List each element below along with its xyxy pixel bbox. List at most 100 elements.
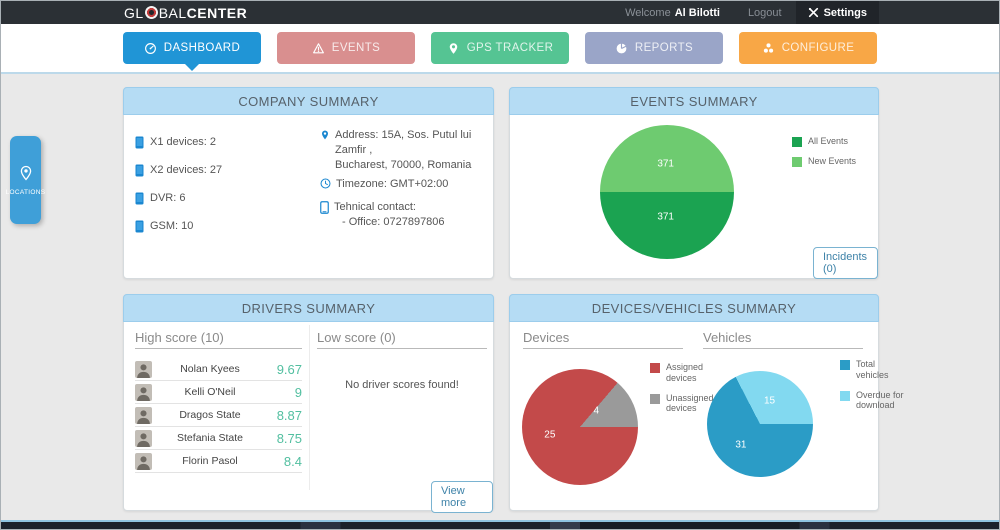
driver-score: 8.4 (268, 454, 302, 469)
company-address: Address: 15A, Sos. Putul lui Zamfir , Bu… (320, 128, 485, 173)
driver-score: 8.75 (268, 431, 302, 446)
driver-avatar (135, 384, 152, 401)
pie-slice-value: 4 (593, 405, 599, 416)
nav-reports-button[interactable]: REPORTS (585, 32, 723, 64)
clock-icon (320, 178, 331, 189)
mobile-device-icon (135, 136, 144, 149)
globalcenter-dashboard: GLBALCENTER WelcomeAl Bilotti Logout Set… (0, 0, 1000, 530)
driver-row[interactable]: Nolan Kyees 9.67 (135, 358, 302, 381)
legend-label: Overdue for download (856, 390, 908, 412)
pie-slice-value: 25 (544, 430, 555, 441)
legend-item: All Events (792, 136, 870, 147)
legend-item: Overdue for download (840, 390, 908, 412)
nav-events-button[interactable]: EVENTS (277, 32, 415, 64)
driver-score: 9.67 (268, 362, 302, 377)
legend-label: Assigned devices (666, 362, 718, 384)
legend-swatch (792, 137, 802, 147)
locations-side-tab[interactable]: LOCATIONS (10, 136, 41, 224)
legend-swatch (840, 360, 850, 370)
events-summary-title: EVENTS SUMMARY (509, 87, 879, 115)
person-avatar-icon (135, 361, 152, 378)
legend-label: All Events (808, 136, 870, 147)
logo-text-bal: BAL (159, 5, 187, 21)
driver-score: 9 (268, 385, 302, 400)
driver-score: 8.87 (268, 408, 302, 423)
driver-row[interactable]: Dragos State 8.87 (135, 404, 302, 427)
driver-name: Stefania State (152, 432, 268, 444)
driver-name: Kelli O'Neil (152, 386, 268, 398)
location-pin-icon (320, 129, 330, 141)
driver-row[interactable]: Kelli O'Neil 9 (135, 381, 302, 404)
legend-label: New Events (808, 156, 870, 167)
devices-vehicles-summary-panel: DEVICES/VEHICLES SUMMARY Devices Vehicle… (509, 294, 879, 511)
target-logo-icon (145, 6, 158, 19)
devices-vehicles-title: DEVICES/VEHICLES SUMMARY (509, 294, 879, 322)
driver-avatar (135, 407, 152, 424)
driver-row[interactable]: Stefania State 8.75 (135, 427, 302, 450)
driver-name: Florin Pasol (152, 455, 268, 467)
company-contact: Tehnical contact: - Office: 0727897806 (320, 200, 485, 230)
nav-strip: DASHBOARD EVENTS GPS TRACKER (1, 24, 999, 74)
devices-pie-chart[interactable]: 25 4 (522, 369, 638, 485)
person-avatar-icon (135, 407, 152, 424)
legend-swatch (792, 157, 802, 167)
legend-item: New Events (792, 156, 870, 167)
incidents-button[interactable]: Incidents (0) (813, 247, 878, 279)
nav-gps-tracker-button[interactable]: GPS TRACKER (431, 32, 569, 64)
company-info: Address: 15A, Sos. Putul lui Zamfir , Bu… (320, 128, 485, 234)
company-summary-title: COMPANY SUMMARY (123, 87, 494, 115)
logout-link[interactable]: Logout (734, 1, 796, 24)
legend-swatch (650, 394, 660, 404)
person-avatar-icon (135, 453, 152, 470)
nav-configure-button[interactable]: CONFIGURE (739, 32, 877, 64)
mobile-device-icon (135, 220, 144, 233)
legend-swatch (650, 363, 660, 373)
driver-avatar (135, 430, 152, 447)
location-pin-icon (447, 42, 460, 55)
drivers-summary-title: DRIVERS SUMMARY (123, 294, 494, 322)
pie-slice-value: 371 (657, 212, 674, 223)
logo-text-gl: GL (124, 5, 144, 21)
high-score-list: Nolan Kyees 9.67 Kelli O'Neil 9 (135, 358, 302, 473)
top-bar: GLBALCENTER WelcomeAl Bilotti Logout Set… (1, 1, 999, 24)
device-count-label: GSM: 10 (150, 220, 193, 232)
phone-icon (320, 201, 329, 214)
driver-name: Nolan Kyees (152, 363, 268, 375)
events-legend: All Events New Events (792, 136, 870, 167)
no-scores-message: No driver scores found! (317, 379, 487, 391)
events-pie-chart[interactable]: 371371 (600, 125, 734, 259)
device-count-item: X1 devices: 2 (135, 128, 222, 156)
devices-legend: Assigned devices Unassigned devices (650, 362, 718, 414)
dashboard-icon (144, 42, 157, 55)
nav-dashboard-button[interactable]: DASHBOARD (123, 32, 261, 64)
drivers-summary-panel: DRIVERS SUMMARY High score (10) Low scor… (123, 294, 494, 511)
legend-item: Assigned devices (650, 362, 718, 384)
view-more-button[interactable]: View more (431, 481, 493, 513)
device-count-label: DVR: 6 (150, 192, 185, 204)
device-count-item: X2 devices: 27 (135, 156, 222, 184)
legend-item: Total vehicles (840, 359, 908, 381)
legend-label: Total vehicles (856, 359, 908, 381)
company-summary-panel: COMPANY SUMMARY X1 devices: 2 X2 (123, 87, 494, 279)
main-nav: DASHBOARD EVENTS GPS TRACKER (123, 32, 877, 64)
pie-chart-icon (615, 42, 628, 55)
driver-row[interactable]: Florin Pasol 8.4 (135, 450, 302, 473)
tools-icon (808, 7, 819, 18)
device-count-label: X1 devices: 2 (150, 136, 216, 148)
locations-tab-label: LOCATIONS (6, 189, 46, 196)
vehicles-legend: Total vehicles Overdue for download (840, 359, 908, 411)
settings-button[interactable]: Settings (796, 1, 879, 24)
events-summary-panel: EVENTS SUMMARY 371371 All Events New Eve… (509, 87, 879, 279)
vehicles-pie-chart[interactable]: 3115 (707, 371, 813, 477)
driver-name: Dragos State (152, 409, 268, 421)
logo-text-center: CENTER (187, 5, 248, 21)
device-count-label: X2 devices: 27 (150, 164, 222, 176)
driver-avatar (135, 361, 152, 378)
person-avatar-icon (135, 384, 152, 401)
username: Al Bilotti (675, 7, 720, 19)
person-avatar-icon (135, 430, 152, 447)
company-device-counts: X1 devices: 2 X2 devices: 27 DVR: (135, 128, 222, 240)
high-score-title: High score (10) (135, 330, 224, 345)
bottom-map-strip (1, 520, 999, 529)
app-logo[interactable]: GL BALCENTER (124, 1, 247, 24)
